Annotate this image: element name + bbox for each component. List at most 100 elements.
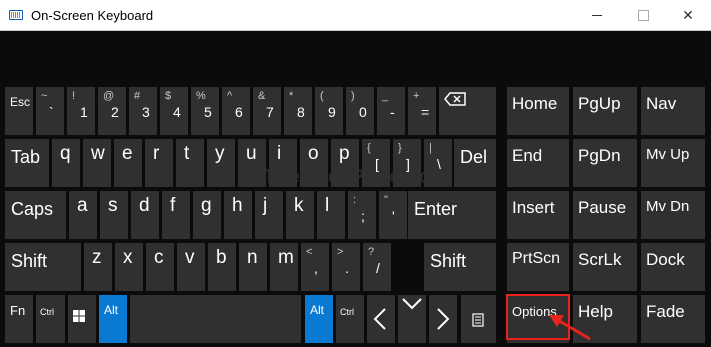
key-insert[interactable]: Insert (507, 191, 569, 239)
key-shift-label: & (258, 90, 266, 102)
key-shift-label: > (337, 246, 344, 258)
key-arrow-right[interactable] (429, 295, 457, 343)
key-tab[interactable]: Tab (5, 139, 49, 187)
key-arrow-updown[interactable] (398, 295, 426, 343)
key-symbol[interactable]: {[ (362, 139, 390, 187)
key-letter[interactable]: x (115, 243, 143, 291)
key-alt-left[interactable]: Alt (99, 295, 127, 343)
key-label: ' (392, 208, 395, 224)
key-symbol[interactable]: | \ (424, 139, 452, 187)
key-mv-dn[interactable]: Mv Dn (641, 191, 705, 239)
key-windows[interactable] (68, 295, 96, 343)
key-letter[interactable]: w (83, 139, 111, 187)
key-letter[interactable]: h (224, 191, 252, 239)
key-letter[interactable]: j (255, 191, 283, 239)
minimize-button[interactable] (574, 0, 620, 30)
key-letter[interactable]: g (193, 191, 221, 239)
key-end[interactable]: End (507, 139, 569, 187)
key-letter[interactable]: m (270, 243, 298, 291)
key-backspace[interactable] (439, 87, 496, 135)
backspace-icon (444, 92, 466, 106)
key-shift-label: # (134, 90, 141, 102)
key-scrlk[interactable]: ScrLk (573, 243, 637, 291)
key-label: Ctrl (40, 307, 54, 317)
key-letter[interactable]: k (286, 191, 314, 239)
key-label: 4 (173, 104, 181, 120)
key-letter[interactable]: f (162, 191, 190, 239)
key-fn[interactable]: Fn (5, 295, 33, 343)
key-letter[interactable]: d (131, 191, 159, 239)
maximize-button[interactable] (620, 0, 666, 30)
key-symbol[interactable]: (9 (315, 87, 343, 135)
key-home[interactable]: Home (507, 87, 569, 135)
key-symbol[interactable]: #3 (129, 87, 157, 135)
key-label: f (170, 195, 176, 216)
key-symbol[interactable]: <, (301, 243, 329, 291)
key-shift-label: : (353, 194, 357, 206)
key-letter[interactable]: l (317, 191, 345, 239)
key-label: 2 (111, 104, 119, 120)
key-letter[interactable]: z (84, 243, 112, 291)
key-letter[interactable]: s (100, 191, 128, 239)
key-shift-label: " (384, 194, 388, 206)
key-symbol[interactable]: + = (408, 87, 436, 135)
key-label: i (277, 143, 282, 164)
key-symbol[interactable]: }] (393, 139, 421, 187)
key-spacebar[interactable] (130, 295, 301, 343)
key-ctrl-right[interactable]: Ctrl (336, 295, 364, 343)
key-esc[interactable]: Esc (5, 87, 33, 135)
key-letter[interactable]: r (145, 139, 173, 187)
key-symbol[interactable]: & 7 (253, 87, 281, 135)
key-letter[interactable]: n (239, 243, 267, 291)
key-enter[interactable]: Enter (408, 191, 496, 239)
key-symbol[interactable]: ~ ` (36, 87, 64, 135)
key-letter[interactable]: v (177, 243, 205, 291)
key-menu[interactable] (461, 295, 496, 343)
key-letter[interactable]: i (269, 139, 297, 187)
key-letter[interactable]: c (146, 243, 174, 291)
key-dock[interactable]: Dock (641, 243, 705, 291)
key-letter[interactable]: p (331, 139, 359, 187)
key-symbol[interactable]: :; (348, 191, 376, 239)
key-letter[interactable]: a (69, 191, 97, 239)
key-letter[interactable]: b (208, 243, 236, 291)
key-shift-label: $ (165, 90, 172, 102)
key-symbol[interactable]: ^ 6 (222, 87, 250, 135)
key-symbol[interactable]: ? / (363, 243, 391, 291)
key-alt-right[interactable]: Alt (305, 295, 333, 343)
key-ctrl-left[interactable]: Ctrl (36, 295, 65, 343)
key-symbol[interactable]: % 5 (191, 87, 219, 135)
key-options[interactable]: Options (507, 295, 569, 343)
key-letter[interactable]: u (238, 139, 266, 187)
key-mv-up[interactable]: Mv Up (641, 139, 705, 187)
key-caps[interactable]: Caps (5, 191, 66, 239)
key-symbol[interactable]: " ' (379, 191, 407, 239)
key-letter[interactable]: q (52, 139, 80, 187)
key-symbol[interactable]: >. (332, 243, 360, 291)
key-letter[interactable]: y (207, 139, 235, 187)
key-symbol[interactable]: @2 (98, 87, 126, 135)
key-help[interactable]: Help (573, 295, 637, 343)
key-nav[interactable]: Nav (641, 87, 705, 135)
key-label: c (154, 247, 164, 268)
key-symbol[interactable]: $4 (160, 87, 188, 135)
key-pgup[interactable]: PgUp (573, 87, 637, 135)
key-letter[interactable]: t (176, 139, 204, 187)
key-symbol[interactable]: ! 1 (67, 87, 95, 135)
chevron-left-icon (373, 308, 386, 330)
close-button[interactable]: ✕ (665, 0, 711, 30)
key-del[interactable]: Del (454, 139, 496, 187)
key-letter[interactable]: e (114, 139, 142, 187)
key-label: ; (361, 208, 365, 224)
key-prtscn[interactable]: PrtScn (507, 243, 569, 291)
key-shift-right[interactable]: Shift (424, 243, 496, 291)
key-pgdn[interactable]: PgDn (573, 139, 637, 187)
key-letter[interactable]: o (300, 139, 328, 187)
key-fade[interactable]: Fade (641, 295, 705, 343)
key-arrow-left[interactable] (367, 295, 395, 343)
key-symbol[interactable]: _ - (377, 87, 405, 135)
key-symbol[interactable]: ) 0 (346, 87, 374, 135)
key-pause[interactable]: Pause (573, 191, 637, 239)
key-symbol[interactable]: * 8 (284, 87, 312, 135)
key-shift-left[interactable]: Shift (5, 243, 81, 291)
